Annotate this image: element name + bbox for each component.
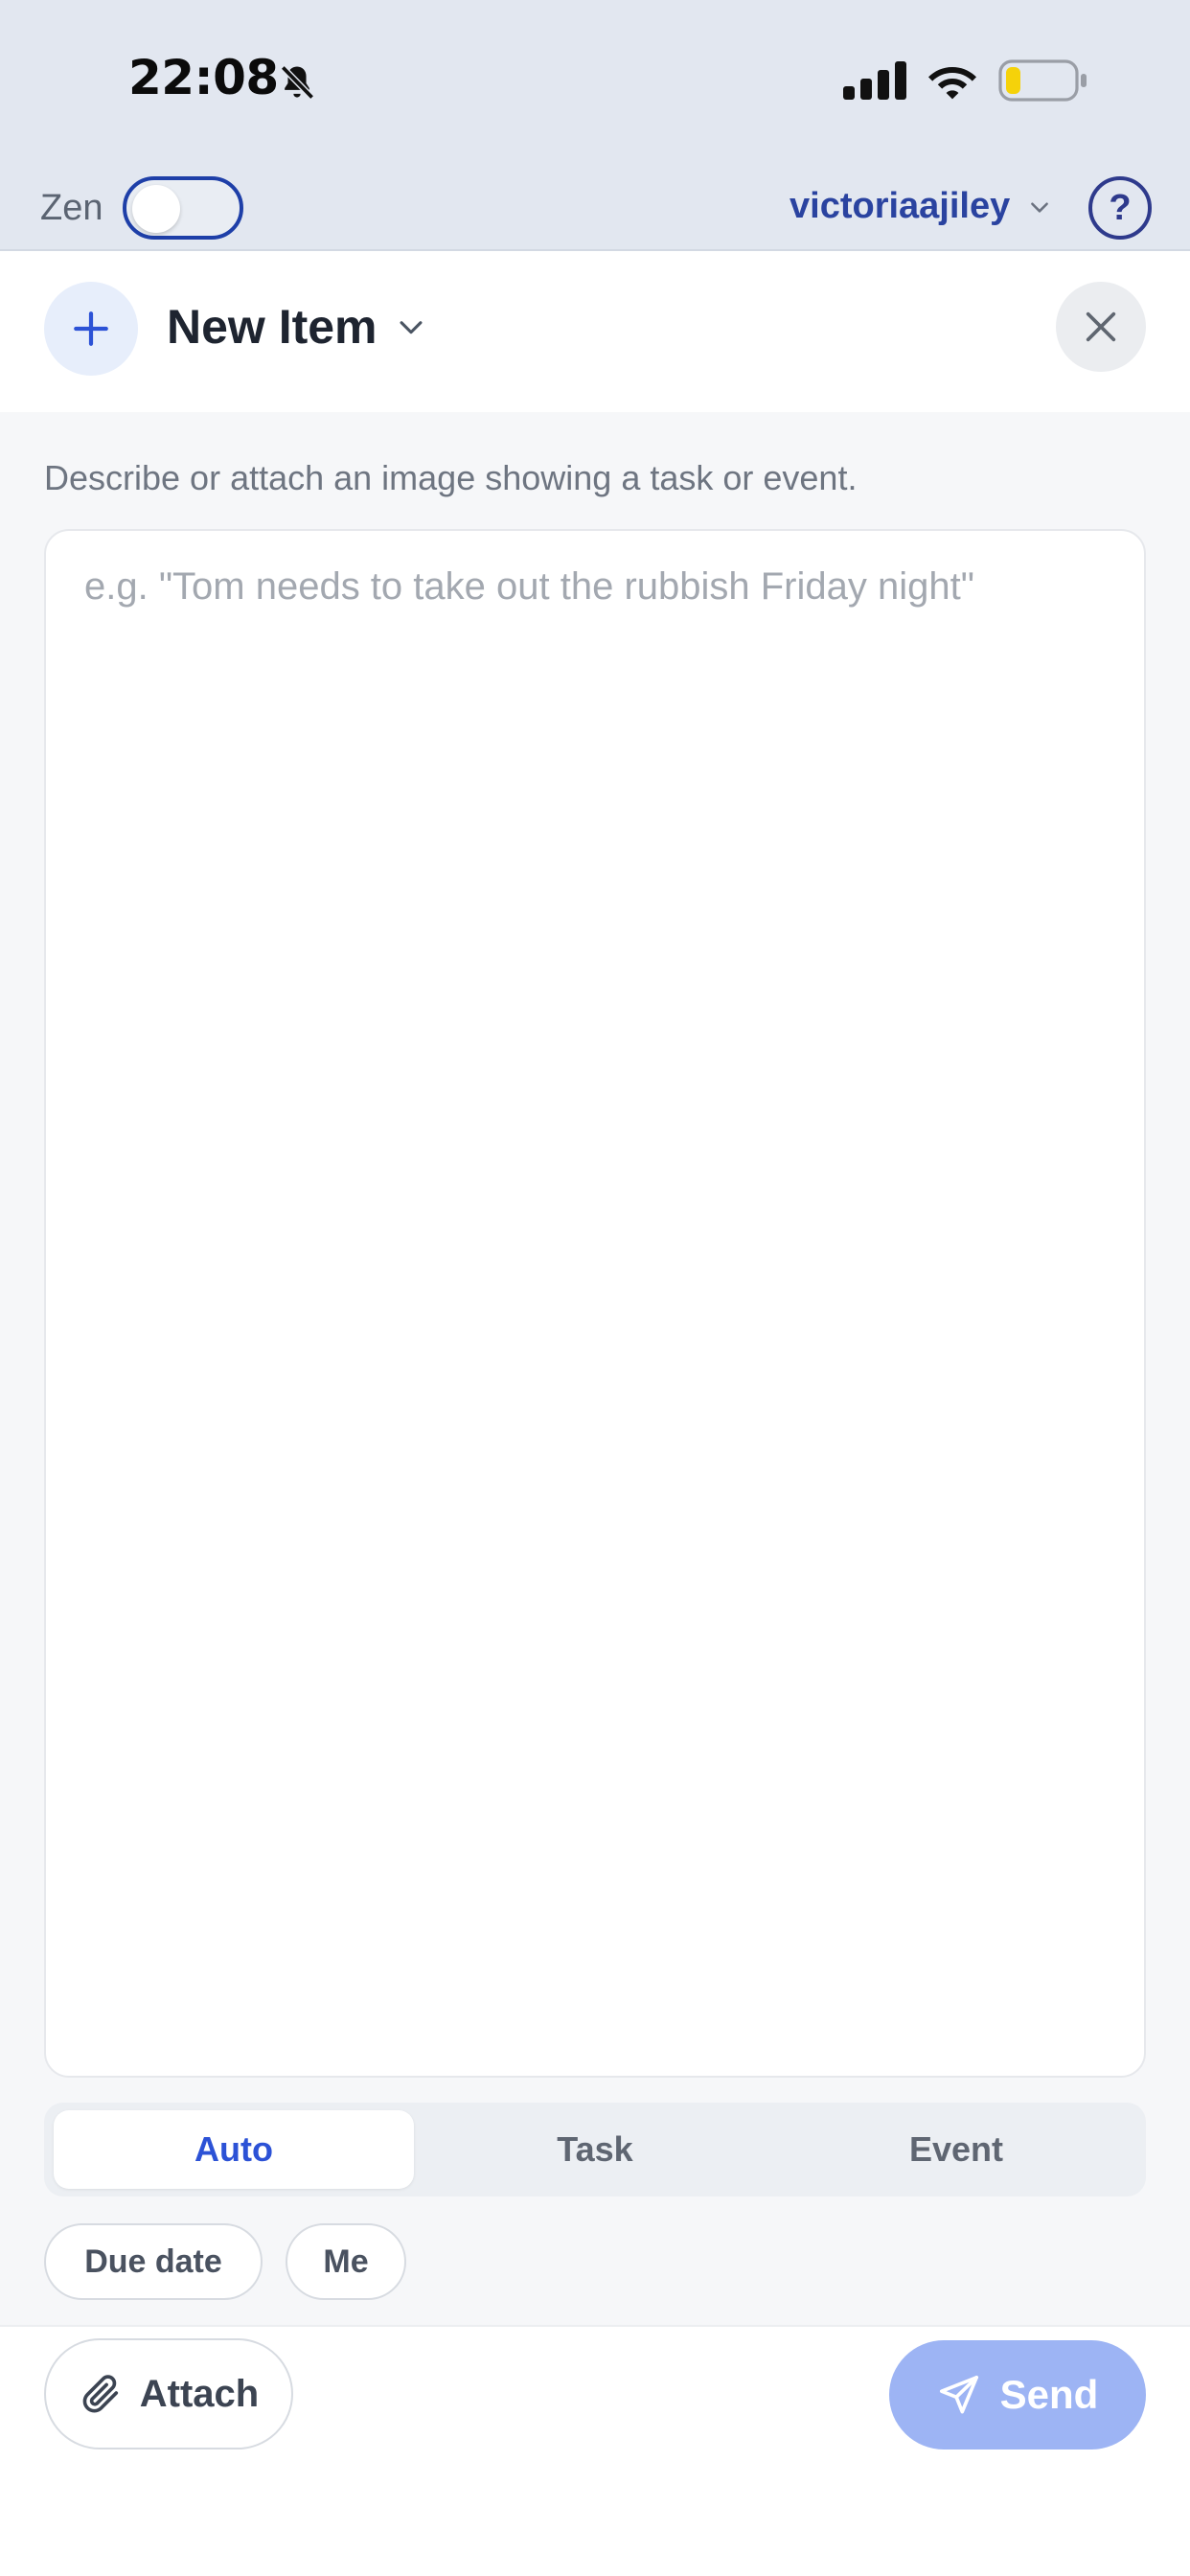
page-title: New Item	[167, 300, 378, 354]
composer-body: Describe or attach an image showing a ta…	[0, 412, 1190, 2325]
bell-slash-icon	[280, 65, 314, 100]
wifi-icon	[928, 67, 976, 100]
zen-label: Zen	[40, 188, 103, 228]
send-icon	[939, 2375, 978, 2414]
status-time: 22:08	[128, 50, 279, 105]
segment-event[interactable]: Event	[776, 2110, 1136, 2189]
close-button[interactable]	[1056, 282, 1146, 372]
due-date-chip[interactable]: Due date	[44, 2223, 263, 2300]
add-item-button[interactable]	[44, 282, 138, 376]
battery-low-icon	[998, 59, 1087, 102]
attach-button[interactable]: Attach	[44, 2338, 293, 2450]
account-switcher[interactable]: victoriaajiley	[790, 186, 1052, 227]
assignee-chip[interactable]: Me	[286, 2223, 406, 2300]
cellular-signal-icon	[843, 61, 906, 100]
type-segmented-control: Auto Task Event	[44, 2103, 1146, 2196]
chevron-down-icon	[1031, 201, 1049, 213]
composer-hint: Describe or attach an image showing a ta…	[44, 458, 858, 497]
zen-toggle[interactable]	[123, 176, 243, 240]
zen-toggle-knob	[132, 185, 180, 233]
top-bar: 22:08 Zen victoriaajiley ?	[0, 0, 1190, 251]
close-icon	[1086, 311, 1116, 342]
plus-icon	[74, 311, 108, 346]
paperclip-icon	[82, 2375, 118, 2413]
attach-label: Attach	[139, 2372, 260, 2415]
description-box	[44, 529, 1146, 2078]
segment-auto[interactable]: Auto	[54, 2110, 414, 2189]
help-button[interactable]: ?	[1088, 176, 1152, 240]
item-type-dropdown[interactable]: New Item	[167, 299, 427, 355]
account-name: victoriaajiley	[790, 186, 1011, 226]
segment-task[interactable]: Task	[415, 2110, 775, 2189]
new-item-header: New Item	[0, 251, 1190, 412]
chevron-down-icon	[400, 321, 422, 334]
composer-footer: Attach Send	[0, 2325, 1190, 2576]
send-label: Send	[999, 2372, 1099, 2417]
send-button[interactable]: Send	[889, 2340, 1146, 2450]
description-input[interactable]	[46, 531, 1144, 2076]
